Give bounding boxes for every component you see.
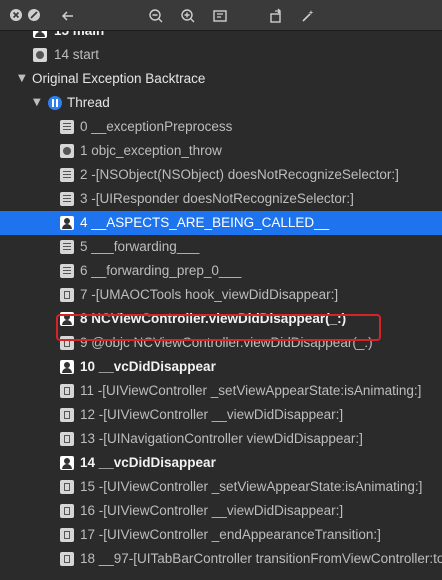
frame-label: 17 -[UIViewController _endAppearanceTran… xyxy=(80,527,381,542)
frame-row[interactable]: 3 -[UIResponder doesNotRecognizeSelector… xyxy=(0,187,442,211)
document-frame-icon xyxy=(60,288,74,302)
frame-label: 11 -[UIViewController _setViewAppearStat… xyxy=(80,383,422,398)
frame-row[interactable]: 17 -[UIViewController _endAppearanceTran… xyxy=(0,523,442,547)
frame-label: 7 -[UMAOCTools hook_viewDidDisappear:] xyxy=(80,287,339,302)
frame-row[interactable]: 15 main xyxy=(0,31,442,43)
frame-row[interactable]: 10 __vcDidDisappear xyxy=(0,355,442,379)
rotate-icon[interactable] xyxy=(266,6,286,26)
frame-label: 13 -[UINavigationController viewDidDisap… xyxy=(80,431,363,446)
system-frame-icon xyxy=(60,144,74,158)
library-frame-icon xyxy=(60,240,74,254)
disclosure-triangle-icon[interactable]: ▼ xyxy=(18,67,26,91)
frame-label: 12 -[UIViewController __viewDidDisappear… xyxy=(80,407,344,422)
library-frame-icon xyxy=(60,168,74,182)
frame-label: 6 __forwarding_prep_0___ xyxy=(80,263,242,278)
frame-row[interactable]: 1 objc_exception_throw xyxy=(0,139,442,163)
frame-label: 10 __vcDidDisappear xyxy=(80,359,216,374)
toolbar xyxy=(0,0,442,31)
user-frame-icon xyxy=(60,216,74,230)
frame-label: 14 __vcDidDisappear xyxy=(80,455,216,470)
frame-row[interactable]: 5 ___forwarding___ xyxy=(0,235,442,259)
document-frame-icon xyxy=(60,552,74,566)
frame-label: 2 -[NSObject(NSObject) doesNotRecognizeS… xyxy=(80,167,399,182)
thread-icon xyxy=(48,96,62,110)
library-frame-icon xyxy=(60,264,74,278)
document-frame-icon xyxy=(60,432,74,446)
highlight-annotation-box xyxy=(56,314,381,341)
frame-row[interactable]: 13 -[UINavigationController viewDidDisap… xyxy=(0,427,442,451)
user-frame-icon xyxy=(33,31,47,38)
frame-row[interactable]: 18 __97-[UITabBarController transitionFr… xyxy=(0,547,442,571)
document-frame-icon xyxy=(60,480,74,494)
frame-label: 16 -[UIViewController __viewDidDisappear… xyxy=(80,503,344,518)
frame-label: 15 main xyxy=(54,31,104,43)
library-frame-icon xyxy=(60,120,74,134)
frame-label: 0 __exceptionPreprocess xyxy=(80,119,233,134)
frame-row[interactable]: 7 -[UMAOCTools hook_viewDidDisappear:] xyxy=(0,283,442,307)
document-frame-icon xyxy=(60,504,74,518)
close-icon[interactable] xyxy=(6,6,26,26)
user-frame-icon xyxy=(60,456,74,470)
frame-label: 4 __ASPECTS_ARE_BEING_CALLED__ xyxy=(80,215,330,230)
section-title: Original Exception Backtrace xyxy=(32,71,206,86)
frame-row[interactable]: 11 -[UIViewController _setViewAppearStat… xyxy=(0,379,442,403)
zoom-in-icon[interactable] xyxy=(178,6,198,26)
frame-row[interactable]: 2 -[NSObject(NSObject) doesNotRecognizeS… xyxy=(0,163,442,187)
zoom-out-icon[interactable] xyxy=(146,6,166,26)
fit-icon[interactable] xyxy=(210,6,230,26)
frame-row[interactable]: 16 -[UIViewController __viewDidDisappear… xyxy=(0,499,442,523)
frame-label: 15 -[UIViewController _setViewAppearStat… xyxy=(80,479,423,494)
frame-label: 14 start xyxy=(54,47,100,62)
document-frame-icon xyxy=(60,384,74,398)
frame-label: 5 ___forwarding___ xyxy=(80,239,200,254)
frame-row[interactable]: 14 start xyxy=(0,43,442,67)
system-frame-icon xyxy=(33,48,47,62)
library-frame-icon xyxy=(60,192,74,206)
frame-row[interactable]: 14 __vcDidDisappear xyxy=(0,451,442,475)
stop-icon[interactable] xyxy=(24,6,44,26)
document-frame-icon xyxy=(60,408,74,422)
section-header[interactable]: ▼ Original Exception Backtrace xyxy=(0,67,442,91)
thread-label: Thread xyxy=(67,95,110,110)
magic-wand-icon[interactable] xyxy=(298,6,318,26)
frame-row-selected[interactable]: 4 __ASPECTS_ARE_BEING_CALLED__ xyxy=(0,211,442,235)
backtrace-list: 15 main 14 start ▼ Original Exception Ba… xyxy=(0,31,442,580)
frame-row[interactable]: 15 -[UIViewController _setViewAppearStat… xyxy=(0,475,442,499)
frame-row[interactable]: 12 -[UIViewController __viewDidDisappear… xyxy=(0,403,442,427)
thread-row[interactable]: ▼ Thread xyxy=(0,91,442,115)
frame-label: 18 __97-[UITabBarController transitionFr… xyxy=(80,551,442,566)
back-arrow-icon[interactable] xyxy=(58,6,78,26)
disclosure-triangle-icon[interactable]: ▼ xyxy=(33,91,41,115)
frame-label: 1 objc_exception_throw xyxy=(80,143,222,158)
document-frame-icon xyxy=(60,528,74,542)
frame-label: 3 -[UIResponder doesNotRecognizeSelector… xyxy=(80,191,354,206)
user-frame-icon xyxy=(60,360,74,374)
frame-row[interactable]: 6 __forwarding_prep_0___ xyxy=(0,259,442,283)
frame-row[interactable]: 0 __exceptionPreprocess xyxy=(0,115,442,139)
